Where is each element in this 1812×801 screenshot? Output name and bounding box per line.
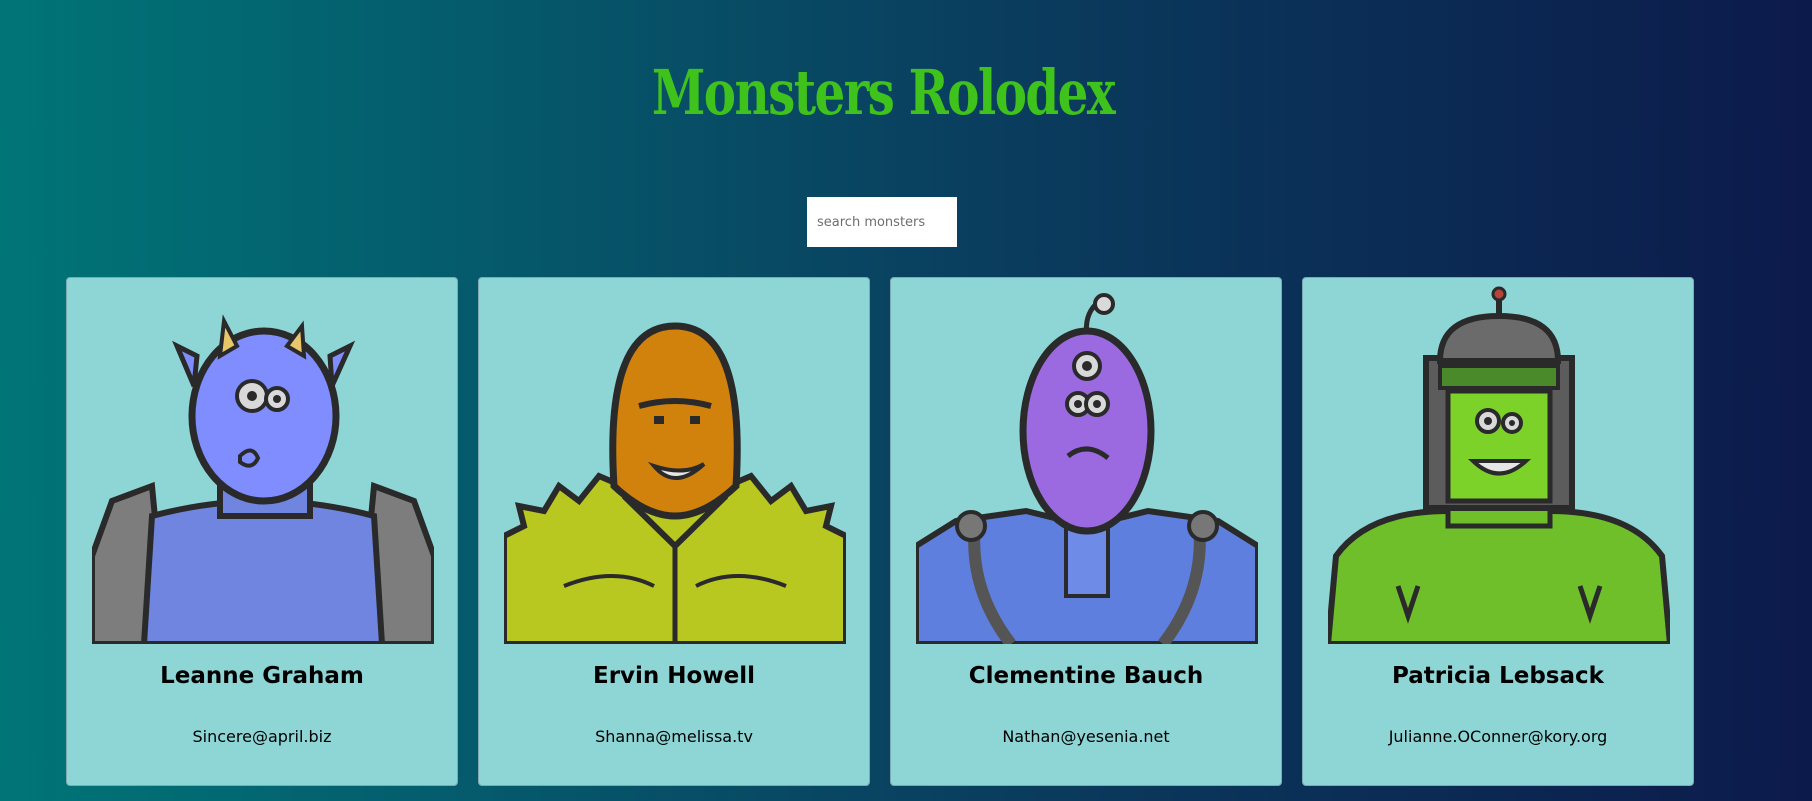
monster-card[interactable]: Patricia Lebsack Julianne.OConner@kory.o… bbox=[1302, 277, 1694, 786]
monster-card[interactable]: Ervin Howell Shanna@melissa.tv bbox=[478, 277, 870, 786]
card-list: Leanne Graham Sincere@april.biz Ervin Ho… bbox=[66, 277, 1694, 786]
monster-name: Leanne Graham bbox=[160, 663, 364, 689]
monster-card[interactable]: Leanne Graham Sincere@april.biz bbox=[66, 277, 458, 786]
monster-name: Patricia Lebsack bbox=[1392, 663, 1604, 689]
app-title: Monsters Rolodex bbox=[651, 56, 1116, 129]
monster-email: Julianne.OConner@kory.org bbox=[1388, 727, 1608, 746]
orange-spiky-monster-icon bbox=[504, 322, 846, 644]
blue-horned-monster-icon bbox=[92, 314, 434, 644]
monster-email: Shanna@melissa.tv bbox=[595, 727, 753, 746]
purple-cyclops-robot-monster-icon bbox=[916, 293, 1258, 644]
monster-email: Nathan@yesenia.net bbox=[1002, 727, 1170, 746]
search-input[interactable] bbox=[807, 197, 957, 247]
monster-email: Sincere@april.biz bbox=[192, 727, 332, 746]
monster-name: Ervin Howell bbox=[593, 663, 755, 689]
green-helmet-robot-monster-icon bbox=[1328, 286, 1670, 644]
monster-card[interactable]: Clementine Bauch Nathan@yesenia.net bbox=[890, 277, 1282, 786]
monster-name: Clementine Bauch bbox=[968, 663, 1204, 689]
